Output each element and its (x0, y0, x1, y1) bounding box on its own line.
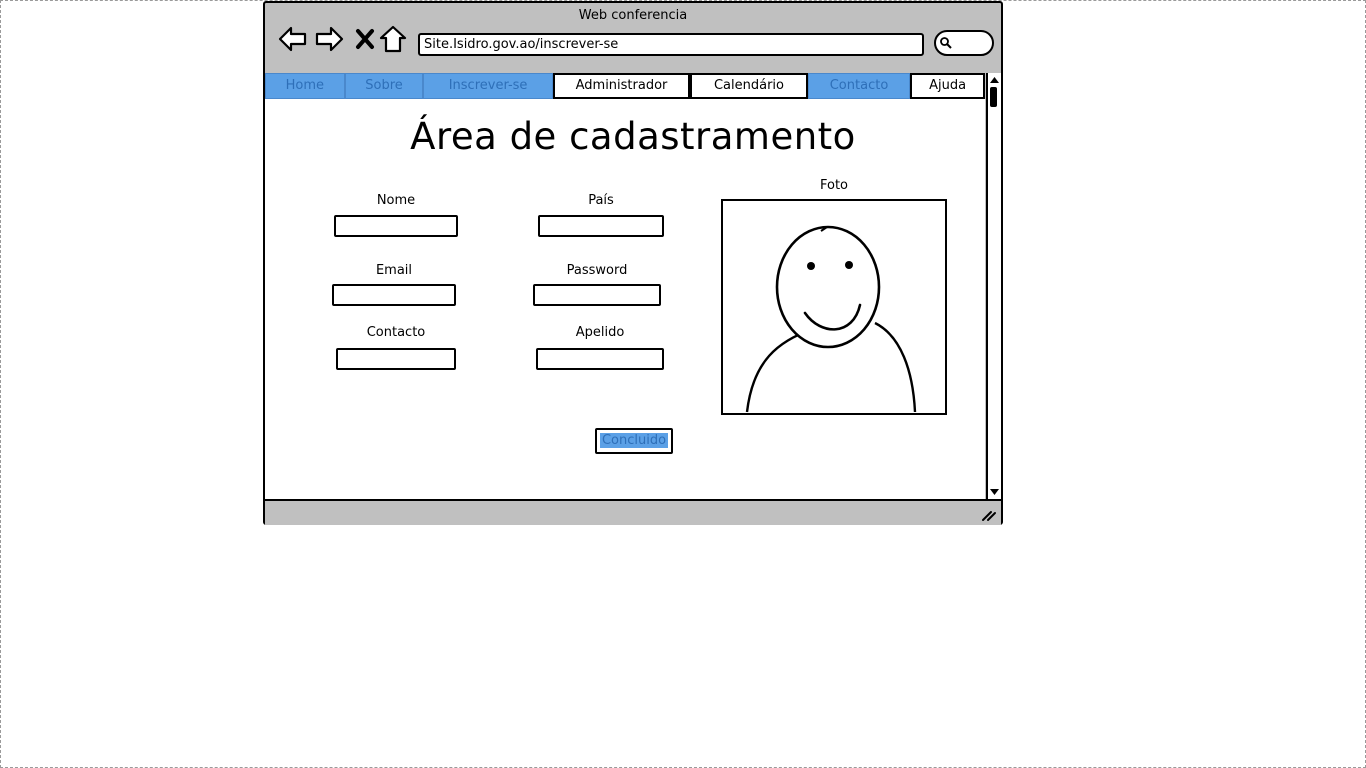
home-icon[interactable] (377, 23, 409, 55)
stop-x-icon[interactable] (351, 23, 379, 55)
nav-menu: Home Sobre Inscrever-se Administrador Ca… (265, 73, 985, 99)
browser-window: Web conferencia Site.Isidro.gov.ao/inscr… (263, 1, 1003, 525)
password-label: Password (566, 263, 628, 278)
pais-input[interactable] (538, 215, 664, 237)
email-input[interactable] (332, 284, 456, 306)
search-icon (940, 37, 952, 49)
apelido-input[interactable] (536, 348, 664, 370)
apelido-label: Apelido (575, 325, 625, 340)
password-input[interactable] (533, 284, 661, 306)
page-content: Área de cadastramento Nome País Email Pa… (265, 99, 985, 499)
scroll-thumb[interactable] (990, 87, 997, 107)
concluido-button[interactable]: Concluido (595, 428, 673, 454)
photo-placeholder[interactable] (721, 199, 947, 415)
tab-calendario[interactable]: Calendário (690, 73, 808, 99)
tab-contacto[interactable]: Contacto (807, 73, 911, 99)
nome-input[interactable] (334, 215, 458, 237)
search-field[interactable] (934, 30, 994, 56)
nome-label: Nome (376, 193, 416, 208)
forward-arrow-icon[interactable] (313, 23, 345, 55)
pais-label: País (588, 193, 614, 208)
tab-administrador[interactable]: Administrador (552, 73, 691, 99)
contacto-label: Contacto (366, 325, 426, 340)
tab-ajuda[interactable]: Ajuda (910, 73, 985, 99)
tab-inscrever-se[interactable]: Inscrever-se (423, 73, 553, 99)
person-avatar-icon (745, 225, 917, 413)
tab-home[interactable]: Home (265, 73, 345, 99)
scroll-up-icon[interactable] (989, 75, 1000, 85)
back-arrow-icon[interactable] (277, 23, 309, 55)
window-title: Web conferencia (578, 8, 688, 23)
browser-titlebar: Web conferencia Site.Isidro.gov.ao/inscr… (265, 3, 1001, 73)
email-label: Email (375, 263, 413, 278)
contacto-input[interactable] (336, 348, 456, 370)
status-bar (265, 499, 1001, 525)
address-bar[interactable]: Site.Isidro.gov.ao/inscrever-se (418, 33, 924, 56)
scroll-down-icon[interactable] (989, 487, 1000, 497)
foto-label: Foto (819, 178, 849, 193)
resize-grip-icon[interactable] (981, 508, 997, 522)
tab-sobre[interactable]: Sobre (344, 73, 424, 99)
page-title: Área de cadastramento (410, 115, 856, 158)
concluido-label: Concluido (599, 433, 669, 448)
